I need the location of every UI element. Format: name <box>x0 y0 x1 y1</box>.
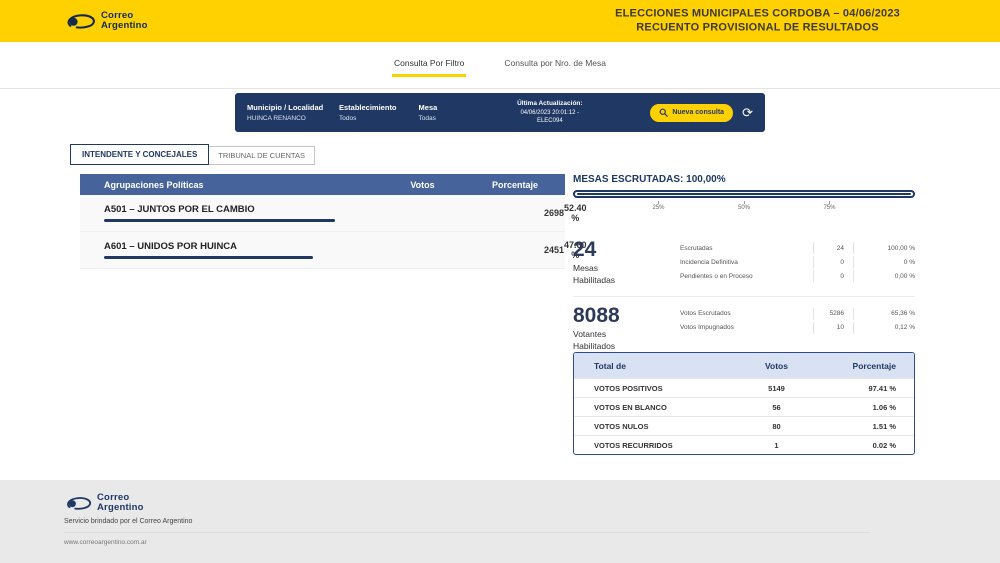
tab-consulta-por-mesa[interactable]: Consulta por Nro. de Mesa <box>502 53 608 77</box>
party-vote-bar <box>104 256 314 259</box>
stat-row: Incidencia Definitiva 0 0 % <box>680 256 915 268</box>
footer-url[interactable]: www.correoargentino.com.ar <box>64 539 1000 546</box>
filter-municipio-value: HUINCA RENANCO <box>247 114 306 122</box>
last-update-label: Última Actualización: <box>517 100 583 108</box>
stat-row: Escrutadas 24 100,00 % <box>680 242 915 254</box>
tab-tribunal-de-cuentas[interactable]: TRIBUNAL DE CUENTAS <box>209 146 315 165</box>
new-query-button[interactable]: Nueva consulta <box>650 103 734 122</box>
col-header-total-de: Total de <box>594 360 626 371</box>
filter-establecimiento[interactable]: Establecimiento Todos <box>339 103 397 121</box>
filter-mesa-value: Todas <box>418 114 436 122</box>
votantes-habilitados: 8088 Votantes Habilitados <box>573 303 680 352</box>
col-header-porcentaje: Porcentaje <box>491 179 539 190</box>
filter-municipio[interactable]: Municipio / Localidad HUINCA RENANCO <box>247 103 324 122</box>
filter-establecimiento-value: Todos <box>339 114 357 122</box>
last-update-code: ELEC094 <box>536 117 563 124</box>
col-header-porcentaje: Porcentaje <box>852 360 896 371</box>
mesas-habilitadas-label: Mesas Habilitadas <box>573 263 616 285</box>
page-footer: Correo Argentino Servicio brindado por e… <box>0 480 1000 563</box>
stat-row: Pendientes o en Proceso 0 0,00 % <box>680 270 915 282</box>
stat-row: Votos Impugnados 10 0,12 % <box>680 321 915 334</box>
table-row: VOTOS RECURRIDOS 1 0.02 % <box>574 435 914 454</box>
tick-50: 50% <box>738 201 750 211</box>
correo-swoosh-icon <box>64 11 96 31</box>
footer-brand-name: Correo Argentino <box>97 492 144 514</box>
footer-service-text: Servicio brindado por el Correo Argentin… <box>64 517 193 525</box>
votantes-habilitados-value: 8088 <box>573 303 620 327</box>
filter-establecimiento-label: Establecimiento <box>339 103 397 113</box>
tab-intendente-y-concejales[interactable]: INTENDENTE Y CONCEJALES <box>70 144 210 165</box>
footer-brand-logo: Correo Argentino <box>64 492 1000 514</box>
brand-line2: Argentino <box>101 20 148 31</box>
party-vote-bar <box>104 219 335 222</box>
scrutiny-progress-bar <box>573 190 915 198</box>
party-votes: 2451 <box>544 245 565 255</box>
page-title: ELECCIONES MUNICIPALES CORDOBA – 04/06/2… <box>615 7 900 36</box>
votantes-habilitados-label: Votantes Habilitados <box>573 329 616 351</box>
top-header: Correo Argentino ELECCIONES MUNICIPALES … <box>0 0 1000 42</box>
scrutiny-panel: MESAS ESCRUTADAS: 100,00% 25% 50% 75% 24… <box>573 174 915 370</box>
progress-ticks: 25% 50% 75% <box>573 201 915 217</box>
tick-75: 75% <box>823 201 835 211</box>
page: Correo Argentino ELECCIONES MUNICIPALES … <box>0 0 1000 563</box>
brand-logo: Correo Argentino <box>64 10 148 32</box>
search-icon <box>659 108 669 117</box>
party-votes: 2698 <box>544 208 565 218</box>
totals-table: Total de Votos Porcentaje VOTOS POSITIVO… <box>573 352 915 455</box>
table-row: A501 – JUNTOS POR EL CAMBIO 2698 52.40 % <box>80 195 587 232</box>
results-table: Agrupaciones Políticas Votos Porcentaje … <box>80 174 587 269</box>
party-bar-track <box>104 256 544 259</box>
filter-municipio-label: Municipio / Localidad <box>247 103 324 113</box>
table-row: VOTOS POSITIVOS 5149 97.41 % <box>574 378 914 397</box>
scrutiny-stats: 24 Mesas Habilitadas Escrutadas 24 100,0… <box>573 238 915 362</box>
brand-name: Correo Argentino <box>101 10 148 32</box>
refresh-icon[interactable]: ⟳ <box>742 106 753 119</box>
query-nav: Consulta Por Filtro Consulta por Nro. de… <box>0 42 1000 89</box>
votantes-stat-rows: Votos Escrutados 5286 65,36 % Votos Impu… <box>680 305 915 352</box>
section-tabs: INTENDENTE Y CONCEJALES TRIBUNAL DE CUEN… <box>70 144 315 165</box>
footer-divider <box>64 531 870 533</box>
party-name: A501 – JUNTOS POR EL CAMBIO <box>104 204 255 215</box>
correo-swoosh-icon <box>64 494 92 512</box>
last-update-value: 04/06/2023 20:01:12 - <box>520 109 580 116</box>
results-header-row: Agrupaciones Políticas Votos Porcentaje <box>80 174 565 195</box>
table-row: VOTOS EN BLANCO 56 1.06 % <box>574 397 914 416</box>
party-cell: A601 – UNIDOS POR HUINCA <box>80 241 544 259</box>
filter-bar: Municipio / Localidad HUINCA RENANCO Est… <box>235 93 765 132</box>
last-update: Última Actualización: 04/06/2023 20:01:1… <box>517 100 583 125</box>
col-header-agrupaciones: Agrupaciones Políticas <box>104 179 204 190</box>
filter-mesa[interactable]: Mesa Todas <box>419 103 438 121</box>
scrutiny-title: MESAS ESCRUTADAS: 100,00% <box>573 174 726 185</box>
party-cell: A501 – JUNTOS POR EL CAMBIO <box>80 204 544 222</box>
party-bar-track <box>104 219 544 222</box>
col-header-votos: Votos <box>765 360 788 371</box>
table-row: VOTOS NULOS 80 1.51 % <box>574 416 914 435</box>
mesas-habilitadas-value: 24 <box>573 238 597 261</box>
filter-mesa-label: Mesa <box>418 103 438 113</box>
mesas-habilitadas: 24 Mesas Habilitadas <box>573 238 680 286</box>
col-header-votos: Votos <box>410 179 435 190</box>
page-title-line2: RECUENTO PROVISIONAL DE RESULTADOS <box>636 22 879 34</box>
tick-25: 25% <box>652 201 664 211</box>
mesas-stat-group: 24 Mesas Habilitadas Escrutadas 24 100,0… <box>573 238 915 297</box>
mesas-stat-rows: Escrutadas 24 100,00 % Incidencia Defini… <box>680 239 915 286</box>
tab-consulta-por-filtro[interactable]: Consulta Por Filtro <box>392 53 467 77</box>
new-query-label: Nueva consulta <box>672 109 725 116</box>
stat-row: Votos Escrutados 5286 65,36 % <box>680 307 915 320</box>
table-row: A601 – UNIDOS POR HUINCA 2451 47.60 % <box>80 232 587 269</box>
scrutiny-progress-fill <box>577 193 911 195</box>
page-title-line1: ELECCIONES MUNICIPALES CORDOBA – 04/06/2… <box>615 7 900 20</box>
party-name: A601 – UNIDOS POR HUINCA <box>104 241 238 252</box>
totals-header-row: Total de Votos Porcentaje <box>574 353 914 378</box>
